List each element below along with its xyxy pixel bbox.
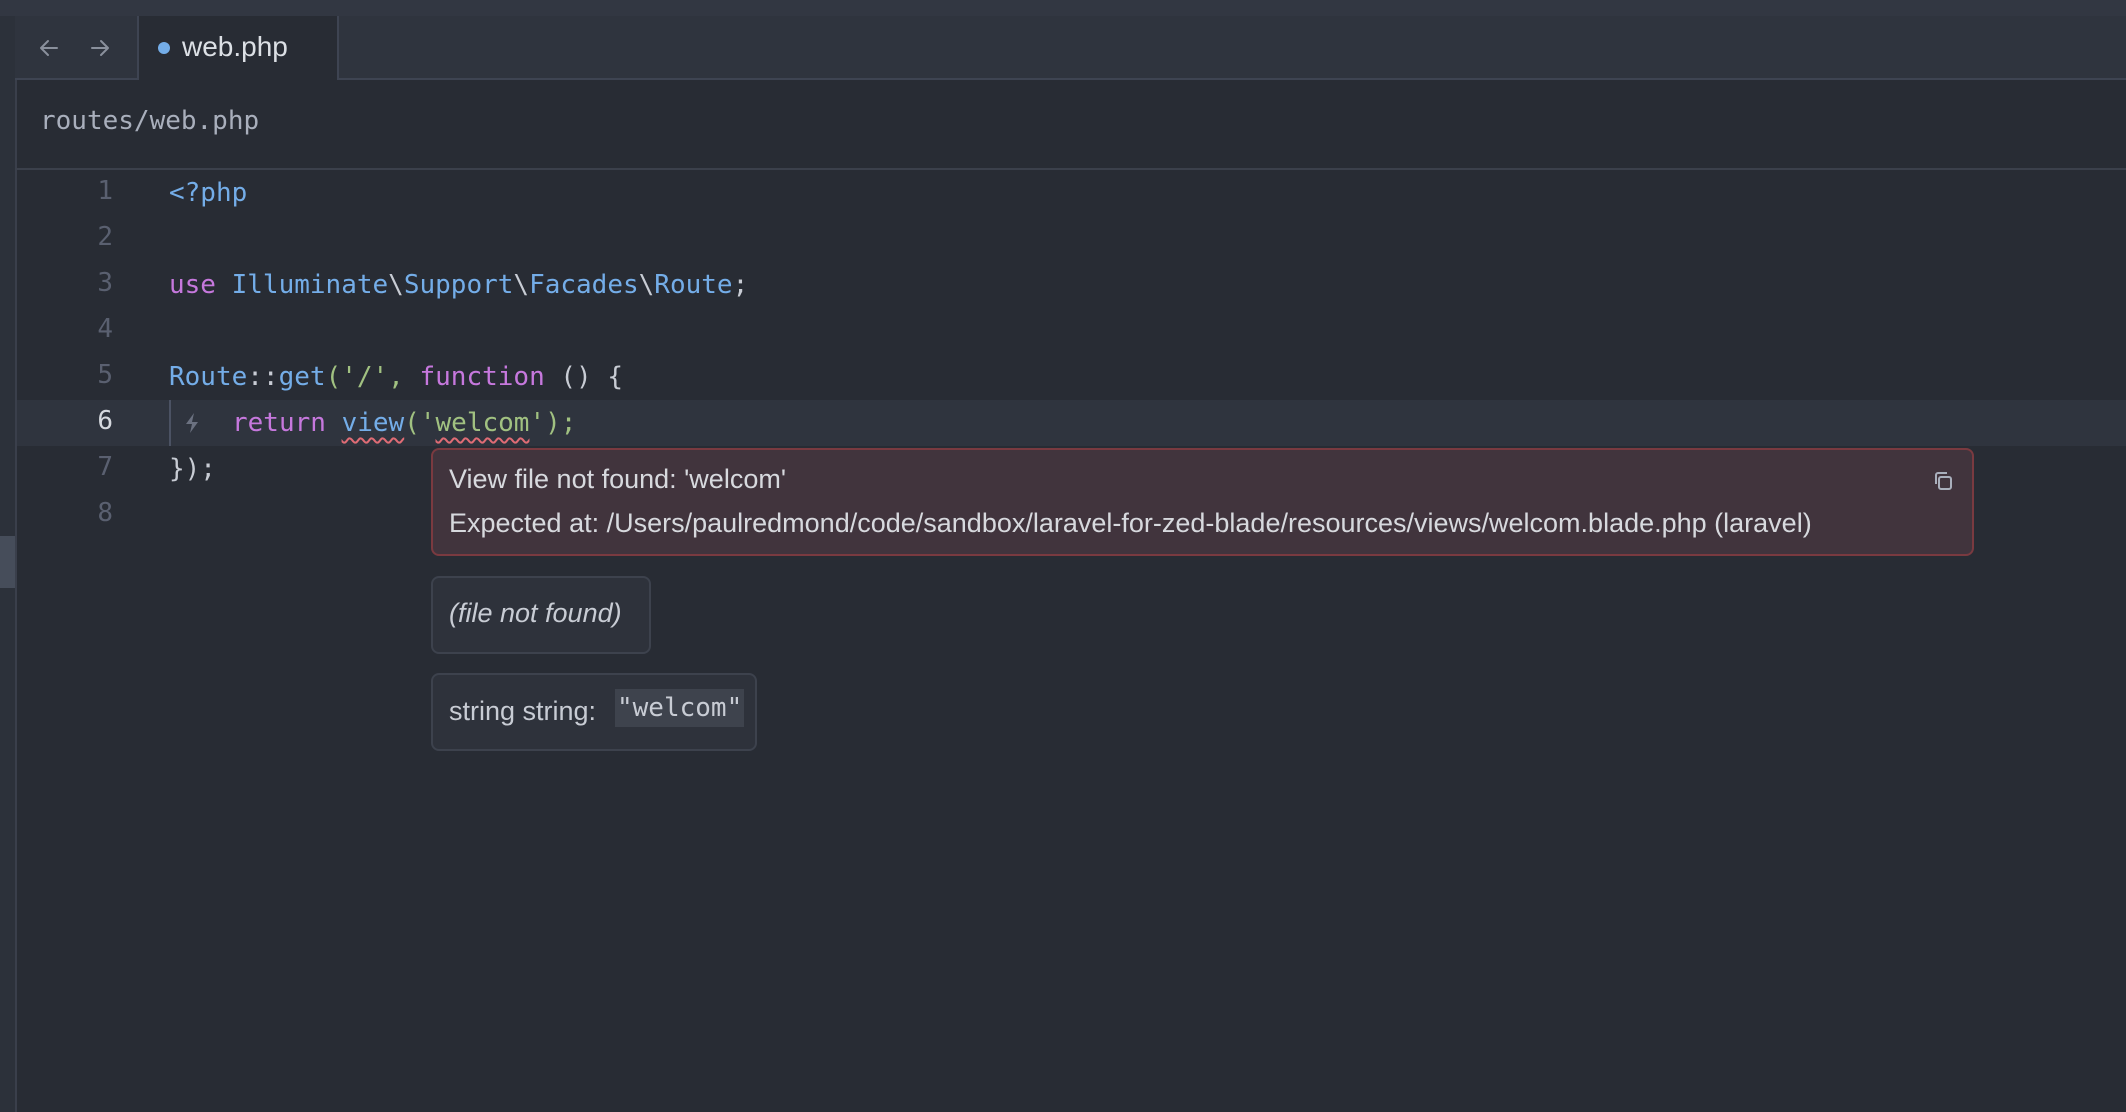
line-number: 1 [97, 176, 113, 206]
line-content: Route::get('/', function () { [169, 360, 623, 394]
hover-type-label: string string: [449, 696, 597, 726]
operator: :: [247, 362, 279, 392]
code-line: 3 use Illuminate\Support\Facades\Route; [17, 262, 2126, 308]
string-value: / [356, 362, 373, 392]
statement-end: ; [732, 270, 749, 300]
forward-button[interactable] [82, 32, 118, 64]
line-number: 7 [97, 452, 113, 482]
copy-icon [1935, 472, 1952, 490]
diagnostic-popover: View file not found: 'welcom' Expected a… [431, 448, 1974, 556]
namespace-separator: \ [388, 270, 404, 300]
namespace-separator: \ [513, 270, 530, 300]
line-number: 2 [97, 222, 113, 252]
hover-type-popover: string string: "welcom" [431, 673, 757, 751]
window-top-strip [0, 0, 2126, 17]
code-line: 4 [17, 308, 2126, 354]
code-editor[interactable]: 1 <?php 2 3 use Illuminate\Support\Facad… [17, 170, 2126, 1112]
namespace-separator: \ [638, 270, 655, 300]
diagnostic-detail: Expected at: /Users/paulredmond/code/san… [449, 508, 1812, 538]
line-number: 6 [97, 406, 113, 436]
line-number: 3 [97, 268, 113, 298]
error-function-call[interactable]: view [342, 408, 405, 438]
code-line-current: 6 return view('welcom'); [17, 400, 2126, 446]
namespace-part: Illuminate [231, 270, 389, 300]
hover-file-text: (file not found) [449, 598, 622, 628]
closing-braces: }); [169, 454, 216, 484]
keyword: return [232, 408, 326, 438]
hover-type-value: "welcom" [615, 689, 745, 727]
keyword: function [419, 362, 545, 392]
line-number: 5 [97, 360, 113, 390]
line-number: 4 [97, 314, 113, 344]
back-button[interactable] [31, 32, 67, 64]
code-line: 5 Route::get('/', function () { [17, 354, 2126, 400]
tab-label: web.php [182, 31, 288, 62]
line-content: use Illuminate\Support\Facades\Route; [169, 268, 748, 302]
code-line: 2 [17, 216, 2126, 262]
php-open-tag: <?php [169, 178, 248, 208]
error-string-arg[interactable]: welcom [436, 408, 530, 438]
namespace-part: Support [403, 270, 514, 300]
modified-dot-icon [158, 42, 170, 54]
arrow-right-icon [91, 40, 109, 56]
line-content: <?php [169, 176, 247, 210]
string-open: (' [325, 362, 357, 392]
namespace-part: Route [654, 270, 733, 300]
tab-web-php[interactable]: web.php [137, 16, 339, 80]
code-line: 1 <?php [17, 170, 2126, 216]
diagnostic-message: View file not found: 'welcom' [449, 464, 786, 494]
breadcrumb: routes/web.php [15, 80, 2126, 170]
tab-bar: web.php [15, 16, 2126, 80]
left-panel-marker [0, 536, 15, 588]
namespace-part: Facades [529, 270, 639, 300]
keyword: use [169, 270, 216, 300]
code-action-bolt-icon[interactable] [177, 406, 207, 440]
breadcrumb-path[interactable]: routes/web.php [40, 106, 259, 136]
class-name: Route [169, 362, 248, 392]
method-name: get [278, 362, 326, 392]
string-close: ', [372, 362, 420, 392]
indent-guide [169, 400, 171, 446]
line-content: }); [169, 452, 216, 486]
left-panel-edge [0, 16, 17, 1112]
string-open: (' [404, 408, 436, 438]
code-tail: () { [544, 362, 624, 392]
arrow-left-icon [40, 40, 58, 56]
line-number: 8 [97, 498, 113, 528]
copy-button[interactable] [1928, 466, 1958, 496]
hover-file-popover: (file not found) [431, 576, 651, 654]
string-close: '); [529, 408, 577, 438]
line-content: return view('welcom'); [232, 406, 576, 440]
